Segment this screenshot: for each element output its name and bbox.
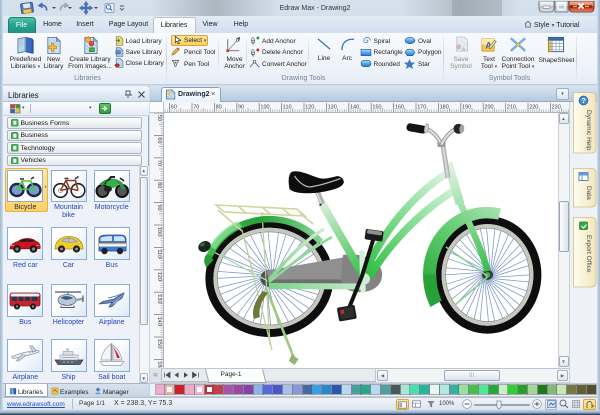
svg-text:80: 80 <box>156 182 162 188</box>
svg-text:Data: Data <box>585 186 592 200</box>
svg-text:90: 90 <box>156 205 162 211</box>
svg-text:60: 60 <box>156 137 162 143</box>
svg-text:Dynamic Help: Dynamic Help <box>585 110 592 151</box>
svg-text:160: 160 <box>156 361 162 368</box>
svg-text:110: 110 <box>283 105 292 111</box>
svg-text:Export Office: Export Office <box>585 235 592 273</box>
svg-text:70: 70 <box>156 160 162 166</box>
svg-text:50: 50 <box>156 115 162 121</box>
svg-text:110: 110 <box>156 249 162 258</box>
svg-text:?: ? <box>581 96 586 105</box>
